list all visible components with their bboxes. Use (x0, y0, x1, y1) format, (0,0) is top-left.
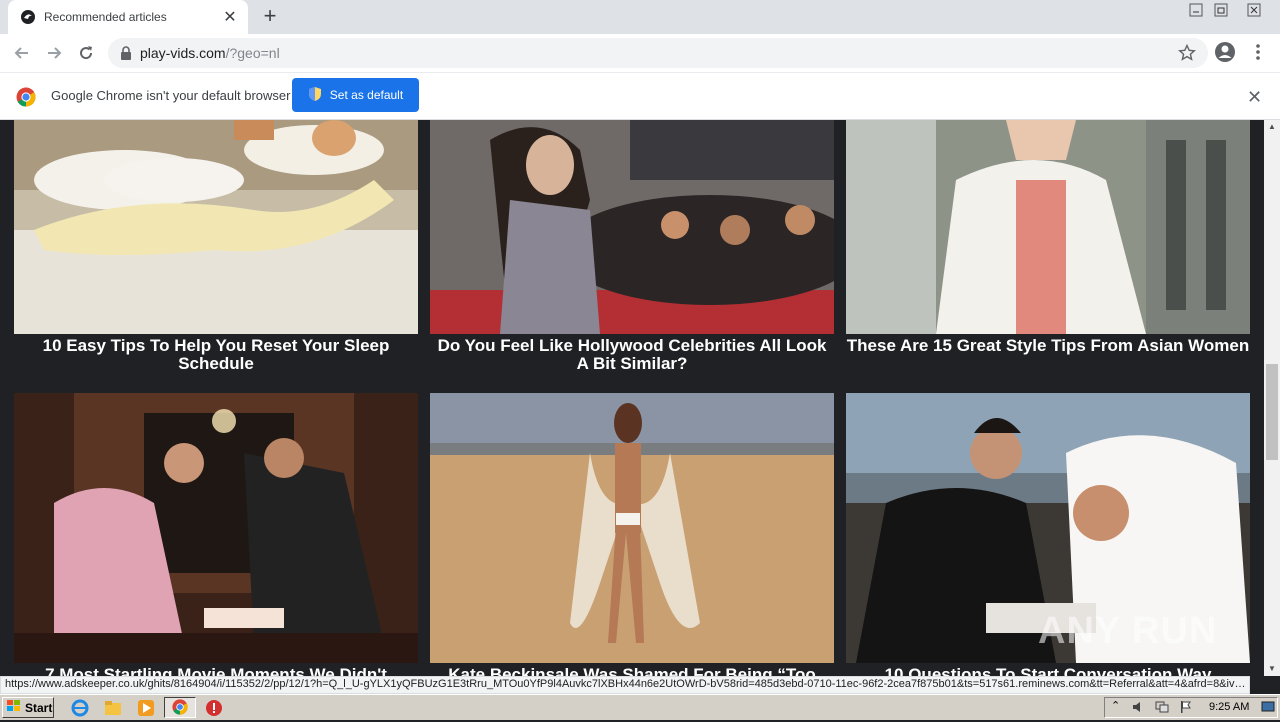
volume-icon[interactable] (1131, 700, 1145, 719)
flag-icon[interactable] (1179, 700, 1193, 719)
article-title[interactable]: Kate Beckinsale Was Shamed For Being “To… (430, 663, 834, 677)
antivirus-icon[interactable] (205, 699, 223, 717)
article-card[interactable]: Do You Feel Like Hollywood Celebrities A… (430, 120, 834, 373)
article-title[interactable]: 10 Easy Tips To Help You Reset Your Slee… (14, 334, 418, 373)
system-tray: ⌃ (1104, 697, 1278, 718)
chrome-menu-icon[interactable] (1250, 41, 1266, 68)
back-button[interactable] (10, 41, 34, 65)
article-card[interactable]: 7 Most Startling Movie Moments We Didn't (14, 393, 418, 676)
windows-taskbar: Start ⌃ 9:25 AM (0, 694, 1280, 720)
chrome-taskbar-button[interactable] (164, 697, 196, 718)
url-path: /?geo=nl (225, 45, 280, 61)
start-button[interactable]: Start (2, 697, 54, 718)
chrome-logo-icon (16, 87, 36, 112)
article-card[interactable]: 10 Easy Tips To Help You Reset Your Slee… (14, 120, 418, 373)
article-card[interactable]: Kate Beckinsale Was Shamed For Being “To… (430, 393, 834, 676)
article-thumbnail[interactable] (430, 393, 834, 663)
lock-icon[interactable] (120, 46, 132, 60)
page-favicon-icon (20, 9, 36, 25)
tray-expand-icon[interactable]: ⌃ (1111, 699, 1120, 712)
scroll-down-arrow-icon[interactable]: ▼ (1264, 662, 1280, 676)
profile-avatar-icon[interactable] (1214, 41, 1236, 68)
link-status-bubble: https://www.adskeeper.co.uk/ghits/816490… (0, 676, 1250, 694)
article-thumbnail[interactable] (14, 393, 418, 663)
article-thumbnail[interactable] (846, 120, 1250, 334)
set-as-default-label: Set as default (329, 88, 404, 102)
scrollbar-thumb[interactable] (1266, 364, 1278, 460)
article-thumbnail[interactable] (14, 120, 418, 334)
minimize-button[interactable] (1183, 0, 1209, 20)
set-as-default-button[interactable]: Set as default (292, 78, 419, 112)
page-content: 10 Easy Tips To Help You Reset Your Slee… (8, 120, 1264, 676)
url-host: play-vids.com (140, 45, 226, 61)
close-window-button[interactable] (1240, 0, 1268, 20)
article-title[interactable]: 10 Questions To Start Conversation Way (846, 663, 1250, 677)
forward-button[interactable] (42, 41, 66, 65)
tab-recommended-articles[interactable]: Recommended articles ✕ (8, 0, 248, 34)
file-explorer-icon[interactable] (104, 699, 122, 717)
reload-button[interactable] (74, 41, 98, 65)
show-desktop-icon[interactable] (1261, 700, 1275, 719)
network-icon[interactable] (1155, 700, 1169, 719)
start-label: Start (25, 700, 53, 715)
tab-title: Recommended articles (44, 10, 167, 24)
article-thumbnail[interactable] (430, 120, 834, 334)
media-player-icon[interactable] (137, 699, 155, 717)
address-bar[interactable]: play-vids.com/?geo=nl (108, 38, 1208, 68)
article-title[interactable]: 7 Most Startling Movie Moments We Didn't (14, 663, 418, 677)
windows-logo-icon (6, 699, 22, 716)
tab-close-icon[interactable]: ✕ (222, 7, 238, 27)
infobar-message: Google Chrome isn't your default browser (51, 88, 291, 103)
anyrun-watermark: ANY RUN (1038, 610, 1218, 652)
default-browser-infobar: Google Chrome isn't your default browser… (0, 73, 1280, 120)
article-title[interactable]: Do You Feel Like Hollywood Celebrities A… (430, 334, 834, 373)
scroll-up-arrow-icon[interactable]: ▲ (1264, 120, 1280, 134)
shield-icon (308, 86, 322, 105)
article-card[interactable]: These Are 15 Great Style Tips From Asian… (846, 120, 1250, 355)
taskbar-clock: 9:25 AM (1209, 701, 1250, 713)
tab-strip: Recommended articles ✕ + (0, 0, 1280, 34)
browser-toolbar: play-vids.com/?geo=nl (0, 34, 1280, 73)
chrome-icon (172, 699, 188, 720)
restore-button[interactable] (1208, 0, 1234, 20)
page-scrollbar[interactable]: ▲ ▼ (1264, 120, 1280, 676)
internet-explorer-icon[interactable] (71, 699, 89, 717)
article-title[interactable]: These Are 15 Great Style Tips From Asian… (846, 334, 1250, 355)
new-tab-button[interactable]: + (258, 5, 282, 29)
bookmark-star-icon[interactable] (1178, 43, 1196, 67)
infobar-close-icon[interactable]: ✕ (1247, 87, 1262, 108)
